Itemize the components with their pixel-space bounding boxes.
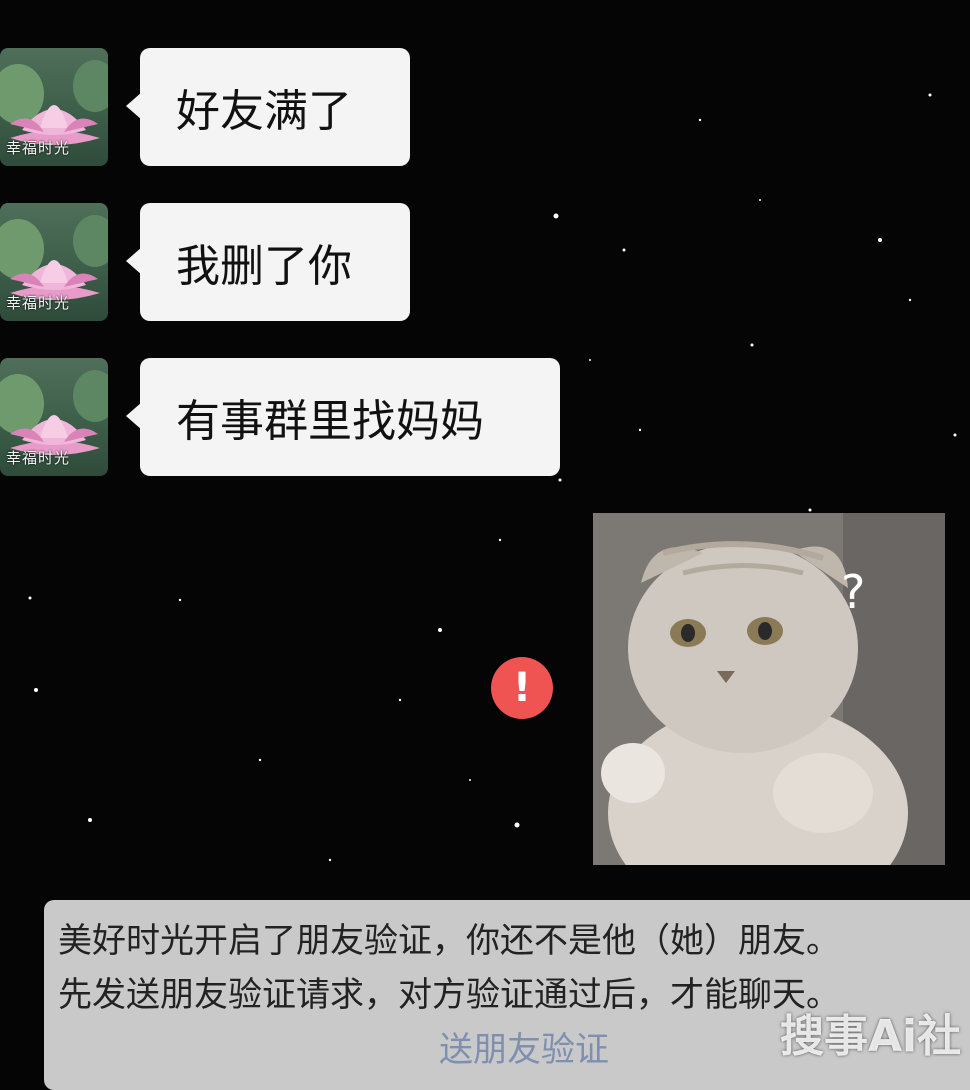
avatar[interactable]: 幸福时光 — [0, 203, 108, 321]
message-bubble[interactable]: 我删了你 — [126, 203, 410, 321]
message-bubble[interactable]: 有事群里找妈妈 — [126, 358, 560, 476]
avatar-caption: 幸福时光 — [6, 139, 71, 157]
avatar-caption: 幸福时光 — [6, 449, 71, 467]
message-row: 幸福时光 我删了你 — [0, 203, 600, 323]
cat-sticker-icon — [593, 513, 945, 865]
message-row: 幸福时光 好友满了 — [0, 48, 600, 168]
message-bubble[interactable]: 好友满了 — [126, 48, 410, 166]
sent-sticker[interactable]: ? — [593, 513, 945, 865]
avatar[interactable]: 幸福时光 — [0, 48, 108, 166]
message-row: 幸福时光 有事群里找妈妈 — [0, 358, 600, 478]
watermark: 搜事Ai社 — [780, 1011, 962, 1062]
send-verification-link[interactable]: 送朋友验证 — [439, 1022, 609, 1071]
question-mark: ? — [841, 565, 866, 619]
avatar-caption: 幸福时光 — [6, 294, 71, 312]
avatar[interactable]: 幸福时光 — [0, 358, 108, 476]
send-failed-icon[interactable]: ! — [491, 657, 553, 719]
notice-line-1: 美好时光开启了朋友验证，你还不是他（她）朋友。 — [58, 921, 840, 961]
